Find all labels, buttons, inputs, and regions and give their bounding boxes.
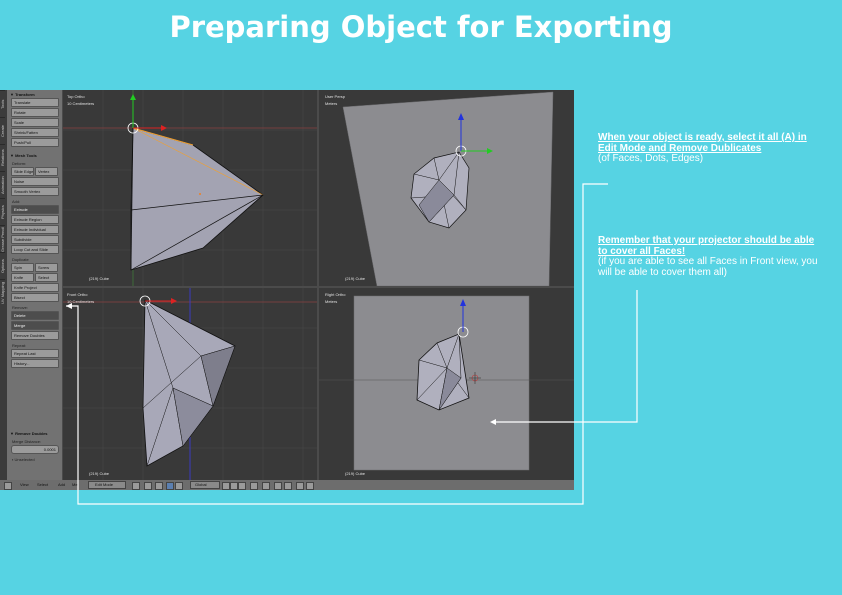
arrow-head-remove-doubles xyxy=(66,303,72,309)
arrow-to-right-view xyxy=(494,290,638,423)
arrow-head-right-view xyxy=(490,419,496,425)
arrow-to-remove-doubles xyxy=(66,183,608,505)
callout-arrows xyxy=(66,183,638,505)
